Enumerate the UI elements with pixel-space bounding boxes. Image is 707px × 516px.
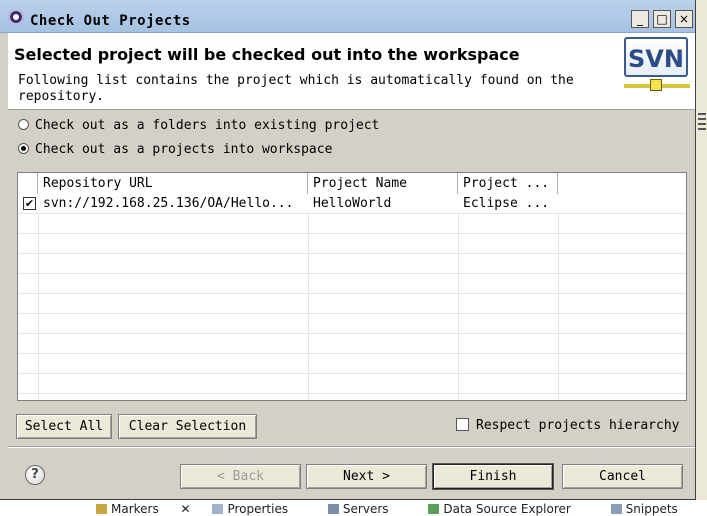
svn-logo: SVN	[624, 37, 690, 95]
tab-label: Markers	[111, 502, 159, 516]
tab-label: Data Source Explorer	[443, 502, 571, 516]
cell-project-name: HelloWorld	[313, 196, 392, 211]
next-button[interactable]: Next >	[306, 464, 427, 489]
finish-button[interactable]: Finish	[433, 464, 553, 489]
checkbox-unchecked-icon[interactable]	[456, 418, 469, 431]
background-view-tabs: Markers ✕ Properties Servers Data Source…	[96, 502, 707, 516]
empty-row	[18, 374, 686, 394]
empty-row	[18, 254, 686, 274]
respect-hierarchy-label: Respect projects hierarchy	[476, 418, 680, 433]
background-tab-data-source-explorer[interactable]: Data Source Explorer	[428, 502, 588, 516]
respect-hierarchy-checkbox[interactable]: Respect projects hierarchy	[456, 418, 680, 434]
background-scroll-hint	[697, 110, 707, 144]
empty-row	[18, 214, 686, 234]
svn-logo-node	[650, 79, 662, 91]
background-tab-snippets[interactable]: Snippets	[610, 502, 696, 516]
radio-label: Check out as a projects into workspace	[35, 142, 333, 157]
wizard-banner: Selected project will be checked out int…	[8, 33, 695, 110]
banner-description: Following list contains the project whic…	[18, 73, 574, 104]
table-row[interactable]: ✔ svn://192.168.25.136/OA/Hello... Hello…	[18, 194, 686, 214]
maximize-button[interactable]: □	[653, 10, 671, 28]
title-bar[interactable]: Check Out Projects _ □ ×	[0, 0, 695, 33]
column-header-repository-url[interactable]: Repository URL	[38, 173, 308, 194]
row-checkbox[interactable]: ✔	[23, 197, 36, 210]
column-header-project-type[interactable]: Project ...	[458, 173, 558, 194]
empty-row	[18, 274, 686, 294]
help-icon[interactable]: ?	[25, 465, 45, 485]
radio-checkout-folders[interactable]: Check out as a folders into existing pro…	[18, 118, 379, 134]
background-tab-servers[interactable]: Servers	[327, 502, 407, 516]
background-tab-markers[interactable]: Markers ✕	[96, 502, 191, 516]
cell-repository-url: svn://192.168.25.136/OA/Hello...	[43, 196, 294, 211]
back-button[interactable]: < Back	[180, 464, 301, 489]
clear-selection-button[interactable]: Clear Selection	[118, 414, 257, 439]
radio-label: Check out as a folders into existing pro…	[35, 118, 380, 133]
tab-label: Properties	[227, 502, 289, 516]
tab-label: Snippets	[625, 502, 678, 516]
radio-selected-icon[interactable]	[18, 143, 29, 154]
empty-row	[18, 314, 686, 334]
minimize-button[interactable]: _	[631, 10, 649, 28]
table-header: Repository URL Project Name Project ...	[18, 173, 686, 195]
checkout-dialog: Check Out Projects _ □ × Selected projec…	[0, 0, 696, 500]
empty-row	[18, 354, 686, 374]
tab-label: Servers	[342, 502, 389, 516]
radio-checkout-projects[interactable]: Check out as a projects into workspace	[18, 142, 332, 158]
close-button[interactable]: ×	[675, 10, 693, 28]
projects-table[interactable]: Repository URL Project Name Project ... …	[17, 172, 687, 401]
select-all-button[interactable]: Select All	[16, 414, 112, 439]
cell-project-type: Eclipse ...	[463, 196, 550, 211]
empty-row	[18, 334, 686, 354]
banner-title: Selected project will be checked out int…	[14, 45, 520, 64]
cancel-button[interactable]: Cancel	[562, 464, 683, 489]
empty-row	[18, 234, 686, 254]
background-tab-properties[interactable]: Properties	[212, 502, 306, 516]
radio-unselected-icon[interactable]	[18, 119, 29, 130]
separator	[8, 446, 695, 448]
eclipse-icon	[8, 9, 24, 25]
column-header-project-name[interactable]: Project Name	[308, 173, 458, 194]
column-header-check[interactable]	[18, 173, 38, 194]
svn-logo-text: SVN	[624, 37, 688, 77]
window-title: Check Out Projects	[30, 13, 191, 29]
background-editor	[695, 0, 707, 512]
empty-row	[18, 294, 686, 314]
